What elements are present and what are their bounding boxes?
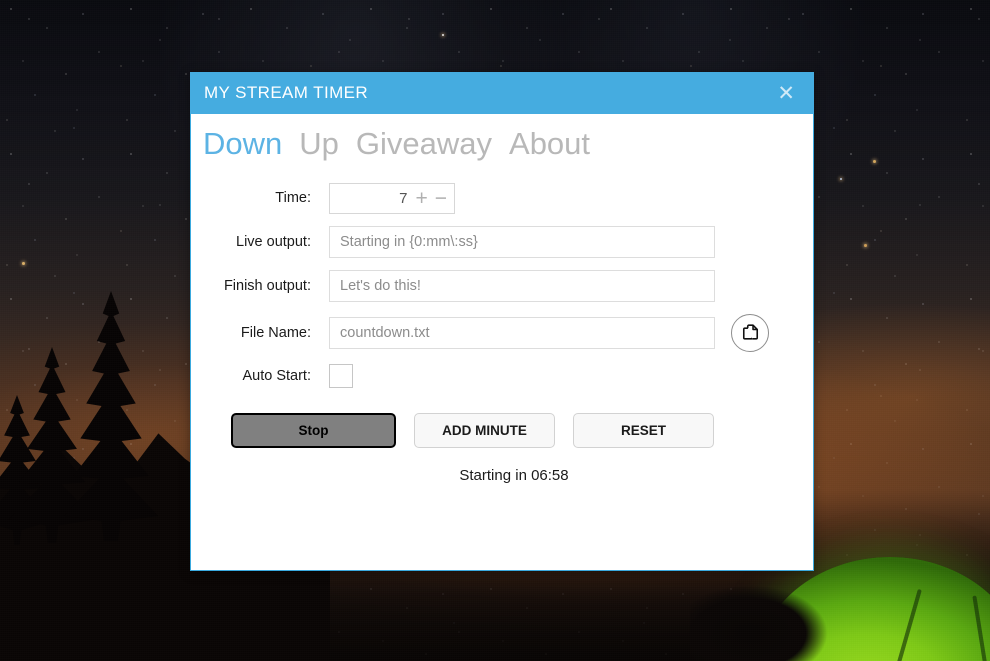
finish-output-label: Finish output: — [223, 277, 311, 294]
desktop-background: MY STREAM TIMER ✕ Down Up Giveaway About… — [0, 0, 990, 661]
finish-output-input[interactable] — [329, 269, 715, 302]
timer-form: Time: 7 + − Live output: Finish output: … — [191, 162, 813, 484]
finish-output-row: Finish output: — [191, 269, 813, 302]
time-value: 7 — [399, 189, 408, 207]
add-minute-button[interactable]: ADD MINUTE — [414, 412, 555, 448]
increment-icon[interactable]: + — [415, 188, 427, 209]
tab-bar: Down Up Giveaway About — [191, 114, 813, 162]
status-text: Starting in 06:58 — [459, 466, 569, 484]
auto-start-checkbox[interactable] — [329, 363, 353, 388]
file-name-input[interactable] — [329, 316, 715, 349]
auto-start-row: Auto Start: — [191, 363, 813, 388]
time-row: Time: 7 + − — [191, 182, 813, 214]
time-stepper[interactable]: 7 + − — [329, 182, 455, 214]
tab-down[interactable]: Down — [203, 126, 282, 162]
reset-button[interactable]: RESET — [573, 412, 714, 448]
stop-button[interactable]: Stop — [231, 412, 396, 448]
live-output-label: Live output: — [236, 233, 311, 250]
live-output-row: Live output: — [191, 225, 813, 258]
window-titlebar[interactable]: MY STREAM TIMER ✕ — [190, 72, 814, 114]
stream-timer-window: MY STREAM TIMER ✕ Down Up Giveaway About… — [190, 72, 814, 571]
live-output-input[interactable] — [329, 225, 715, 258]
tab-about[interactable]: About — [509, 126, 590, 162]
file-name-label: File Name: — [240, 324, 311, 341]
tab-giveaway[interactable]: Giveaway — [356, 126, 492, 162]
tab-up[interactable]: Up — [299, 126, 339, 162]
copy-icon[interactable] — [731, 313, 769, 352]
action-button-row: Stop ADD MINUTE RESET — [191, 400, 813, 448]
close-icon[interactable]: ✕ — [772, 81, 800, 106]
file-name-row: File Name: — [191, 313, 813, 352]
decrement-icon[interactable]: − — [435, 188, 447, 209]
window-title: MY STREAM TIMER — [204, 83, 369, 102]
auto-start-label: Auto Start: — [242, 367, 311, 384]
time-label: Time: — [275, 190, 311, 207]
